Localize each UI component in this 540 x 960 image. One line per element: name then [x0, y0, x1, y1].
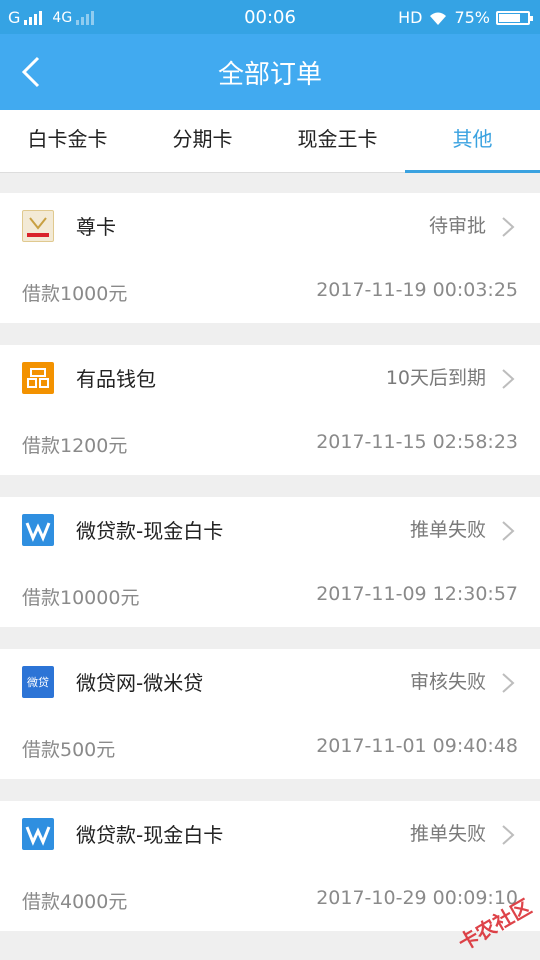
- order-status: 推单失败: [409, 519, 486, 541]
- order-item[interactable]: 尊卡 待审批 借款1000元 2017-11-19 00:03:25: [0, 193, 540, 323]
- order-status: 推单失败: [409, 823, 486, 845]
- tab-xianjin-wangka[interactable]: 现金王卡: [270, 110, 405, 172]
- weidai-logo-icon: [22, 818, 54, 850]
- battery-percent: 75%: [454, 8, 490, 27]
- wifi-icon: [430, 12, 447, 25]
- order-time: 2017-11-19 00:03:25: [316, 279, 518, 301]
- order-amount: 借款1200元: [22, 435, 128, 457]
- battery-icon: [496, 10, 533, 25]
- order-amount: 借款10000元: [22, 587, 140, 609]
- order-name: 尊卡: [76, 215, 116, 239]
- youpin-logo-icon: [22, 362, 54, 394]
- chevron-right-icon: [502, 217, 515, 237]
- hd-label: HD: [398, 8, 423, 27]
- order-time: 2017-11-15 02:58:23: [316, 431, 518, 453]
- order-amount: 借款1000元: [22, 283, 128, 305]
- app-header: 全部订单: [0, 34, 540, 110]
- order-list: 尊卡 待审批 借款1000元 2017-11-19 00:03:25 有品钱包 …: [0, 193, 540, 953]
- order-item[interactable]: 微贷 微贷网-微米贷 审核失败 借款500元 2017-11-01 09:40:…: [0, 649, 540, 779]
- order-status: 待审批: [428, 215, 486, 237]
- chevron-right-icon: [502, 521, 515, 541]
- tab-other[interactable]: 其他: [405, 110, 540, 173]
- order-status: 10天后到期: [385, 367, 486, 389]
- order-item[interactable]: 有品钱包 10天后到期 借款1200元 2017-11-15 02:58:23: [0, 345, 540, 475]
- order-name: 微贷网-微米贷: [76, 671, 204, 695]
- order-amount: 借款500元: [22, 739, 116, 761]
- battery-fill: [499, 13, 520, 22]
- tab-fenqi-ka[interactable]: 分期卡: [135, 110, 270, 172]
- order-name: 微贷款-现金白卡: [76, 823, 224, 847]
- chevron-right-icon: [502, 673, 515, 693]
- chevron-right-icon: [502, 825, 515, 845]
- order-name: 有品钱包: [76, 367, 156, 391]
- page-title: 全部订单: [217, 60, 322, 90]
- status-right: HD 75%: [398, 8, 533, 27]
- order-status: 审核失败: [409, 671, 486, 693]
- tab-bar: 白卡金卡 分期卡 现金王卡 其他: [0, 110, 540, 173]
- chevron-right-icon: [502, 369, 515, 389]
- order-item[interactable]: 微贷款-现金白卡 推单失败 借款10000元 2017-11-09 12:30:…: [0, 497, 540, 627]
- status-bar: G 4G 00:06 HD 75%: [0, 0, 540, 34]
- order-name: 微贷款-现金白卡: [76, 519, 224, 543]
- order-item[interactable]: 微贷款-现金白卡 推单失败 借款4000元 2017-10-29 00:09:1…: [0, 801, 540, 931]
- order-time: 2017-11-01 09:40:48: [316, 735, 518, 757]
- order-time: 2017-10-29 00:09:10: [316, 887, 518, 909]
- tab-baika-jinka[interactable]: 白卡金卡: [0, 110, 135, 172]
- order-time: 2017-11-09 12:30:57: [316, 583, 518, 605]
- weidaiwang-logo-icon: 微贷: [22, 666, 54, 698]
- order-amount: 借款4000元: [22, 891, 128, 913]
- zunka-logo-icon: [22, 210, 54, 242]
- weidai-logo-icon: [22, 514, 54, 546]
